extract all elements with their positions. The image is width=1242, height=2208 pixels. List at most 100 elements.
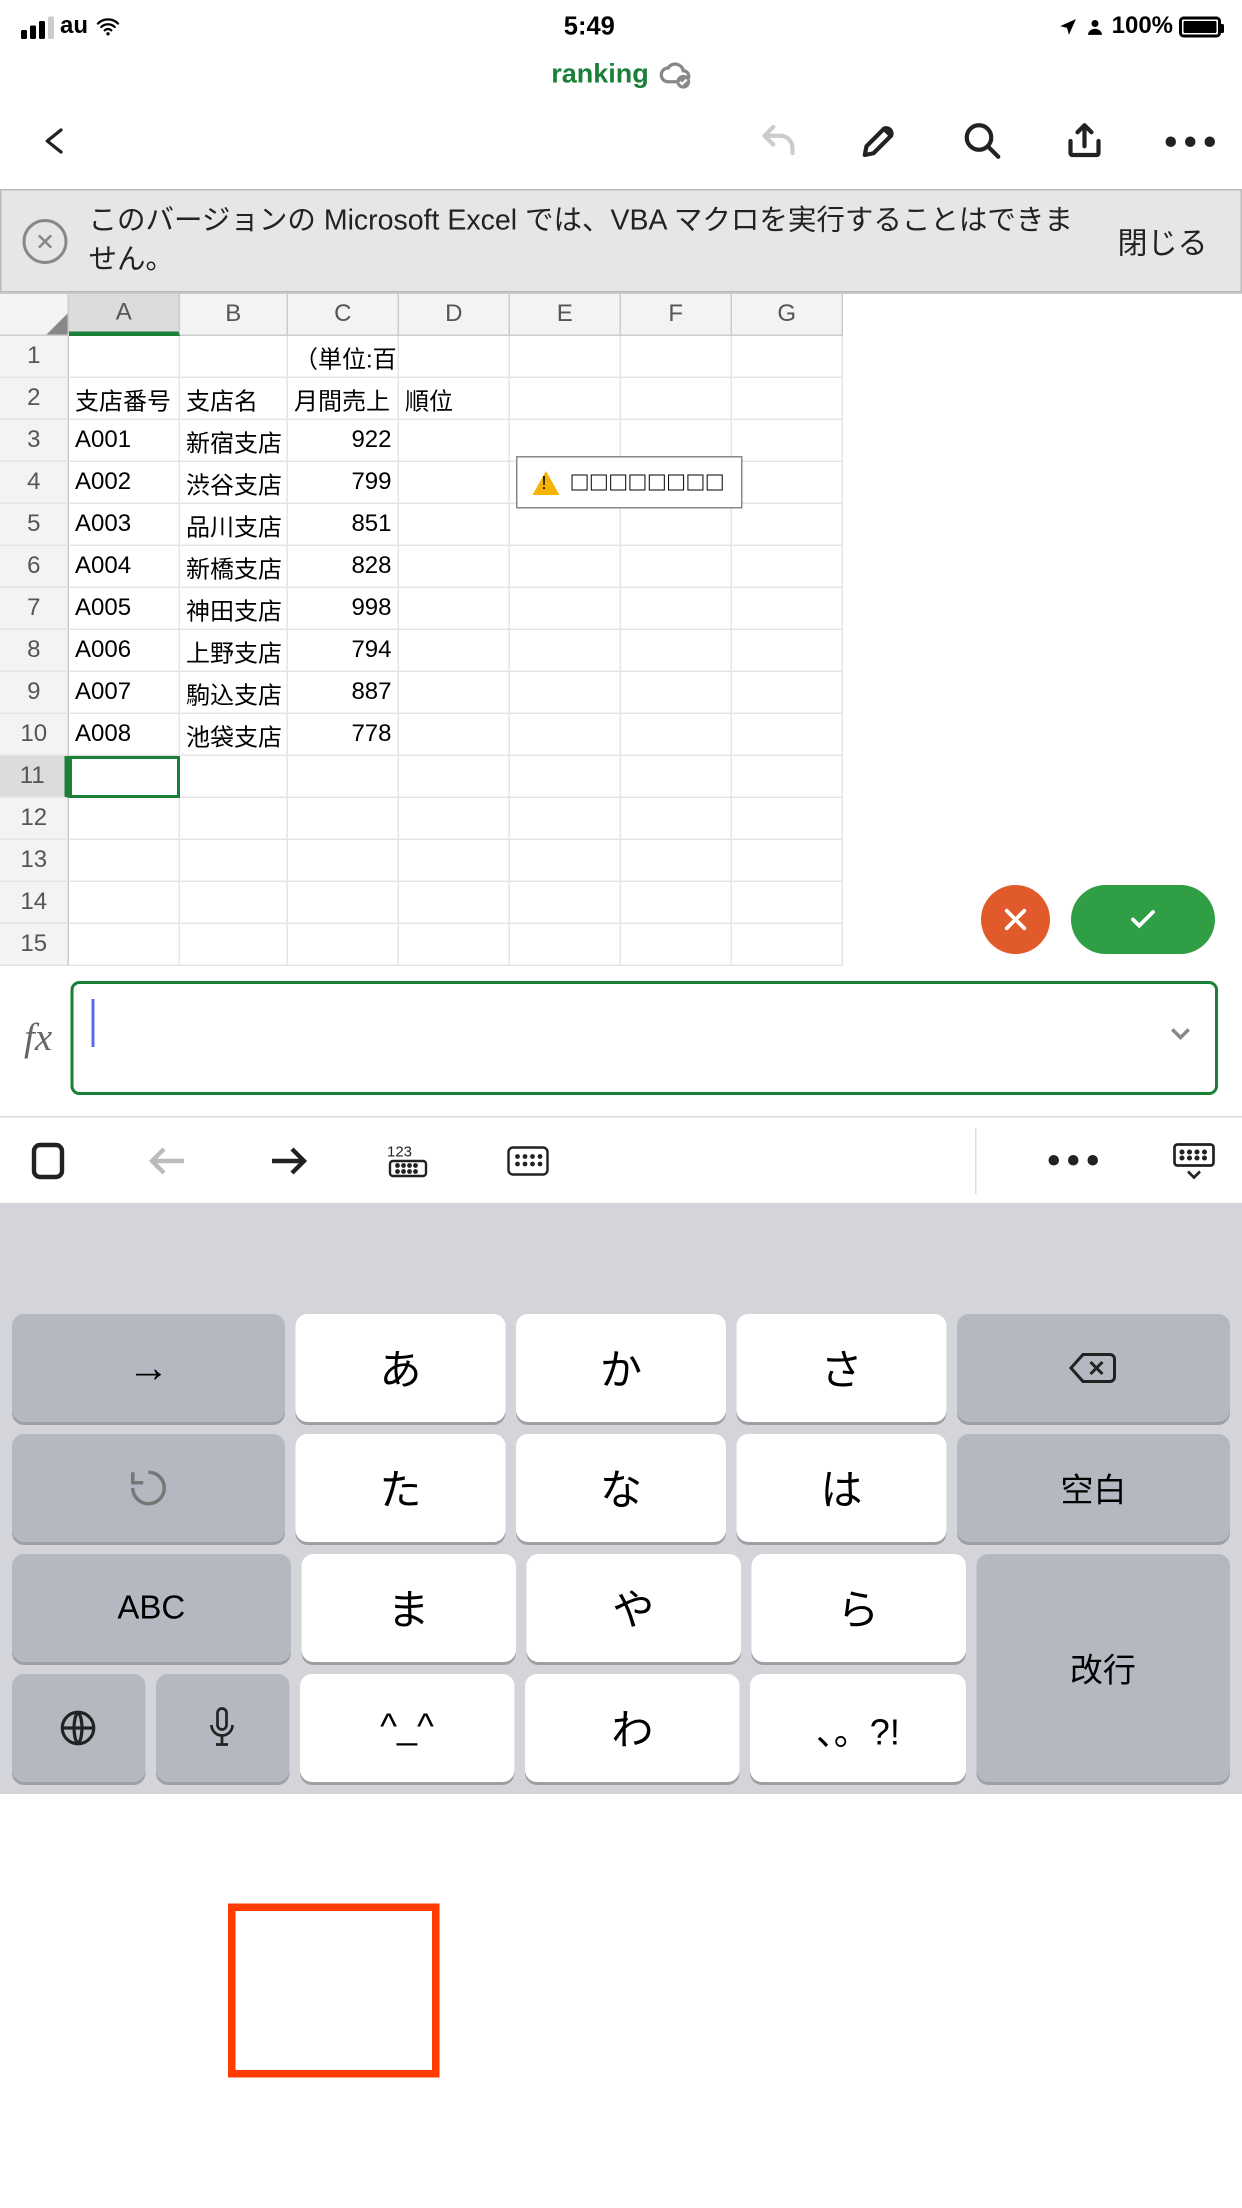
cell[interactable] [732, 672, 843, 714]
cell[interactable] [732, 336, 843, 378]
cell[interactable] [399, 924, 510, 966]
search-button[interactable] [962, 120, 1004, 162]
cell[interactable]: 支店名 [180, 378, 288, 420]
cell[interactable]: A005 [69, 588, 180, 630]
cell[interactable] [621, 924, 732, 966]
cell[interactable]: A002 [69, 462, 180, 504]
expand-formula-icon[interactable] [1164, 1017, 1197, 1058]
col-header-C[interactable]: C [288, 294, 399, 336]
key-return[interactable]: 改行 [976, 1554, 1230, 1782]
more-button[interactable] [1166, 136, 1216, 147]
row-header[interactable]: 6 [0, 546, 69, 588]
cell[interactable] [399, 462, 510, 504]
cell[interactable]: 上野支店 [180, 630, 288, 672]
col-header-F[interactable]: F [621, 294, 732, 336]
spreadsheet[interactable]: ABCDEFG1（単位:百万円）2支店番号支店名月間売上順位3A001新宿支店9… [0, 293, 1242, 967]
cell[interactable] [510, 378, 621, 420]
cell[interactable]: 新橋支店 [180, 546, 288, 588]
cell[interactable] [732, 840, 843, 882]
key-ya[interactable]: や [526, 1554, 740, 1662]
key-ka[interactable]: か [516, 1314, 726, 1422]
cell[interactable] [510, 672, 621, 714]
confirm-button[interactable] [1071, 885, 1215, 954]
cell[interactable]: 851 [288, 504, 399, 546]
key-ra[interactable]: ら [751, 1554, 965, 1662]
key-undo[interactable] [12, 1434, 285, 1542]
cell[interactable] [399, 798, 510, 840]
cell[interactable] [180, 840, 288, 882]
key-tab[interactable]: → [12, 1314, 285, 1422]
row-header[interactable]: 2 [0, 378, 69, 420]
col-header-A[interactable]: A [69, 294, 180, 336]
cell[interactable] [732, 714, 843, 756]
dismiss-keyboard-icon[interactable] [1170, 1137, 1218, 1185]
cell[interactable] [621, 714, 732, 756]
row-header[interactable]: 3 [0, 420, 69, 462]
cell[interactable] [69, 756, 180, 798]
cell[interactable] [399, 630, 510, 672]
note-icon[interactable] [24, 1137, 72, 1185]
cell[interactable] [732, 546, 843, 588]
keyboard-more-icon[interactable] [1049, 1155, 1099, 1166]
cell[interactable]: 順位 [399, 378, 510, 420]
cell[interactable] [621, 504, 732, 546]
row-header[interactable]: 5 [0, 504, 69, 546]
numeric-keyboard-icon[interactable]: 123 [384, 1137, 432, 1185]
cell[interactable] [621, 756, 732, 798]
key-abc[interactable]: ABC [12, 1554, 291, 1662]
cell[interactable] [510, 504, 621, 546]
cell[interactable]: A004 [69, 546, 180, 588]
cell[interactable]: 支店番号 [69, 378, 180, 420]
row-header[interactable]: 7 [0, 588, 69, 630]
cell[interactable] [621, 882, 732, 924]
cell[interactable] [732, 630, 843, 672]
cell[interactable]: 887 [288, 672, 399, 714]
back-button[interactable] [39, 116, 72, 167]
cell[interactable] [288, 756, 399, 798]
key-space[interactable]: 空白 [957, 1434, 1230, 1542]
cell[interactable]: A006 [69, 630, 180, 672]
row-header[interactable]: 9 [0, 672, 69, 714]
key-sa[interactable]: さ [737, 1314, 947, 1422]
row-header[interactable]: 13 [0, 840, 69, 882]
cell[interactable] [399, 672, 510, 714]
cell[interactable] [399, 714, 510, 756]
row-header[interactable]: 10 [0, 714, 69, 756]
cell[interactable] [510, 924, 621, 966]
cell[interactable] [399, 504, 510, 546]
cell[interactable] [510, 546, 621, 588]
cell[interactable] [288, 798, 399, 840]
cell[interactable] [69, 924, 180, 966]
cell[interactable]: 新宿支店 [180, 420, 288, 462]
key-ha[interactable]: は [737, 1434, 947, 1542]
cell[interactable] [621, 588, 732, 630]
cell[interactable] [510, 714, 621, 756]
cell[interactable] [399, 588, 510, 630]
cell[interactable] [180, 336, 288, 378]
cell[interactable]: A007 [69, 672, 180, 714]
cell[interactable] [732, 924, 843, 966]
key-na[interactable]: な [516, 1434, 726, 1542]
cell[interactable] [288, 882, 399, 924]
undo-button[interactable] [758, 120, 800, 162]
cell[interactable] [399, 420, 510, 462]
cell[interactable]: 品川支店 [180, 504, 288, 546]
cell[interactable] [510, 882, 621, 924]
cell[interactable]: A008 [69, 714, 180, 756]
cell[interactable] [732, 420, 843, 462]
cell[interactable] [510, 840, 621, 882]
cell[interactable]: A001 [69, 420, 180, 462]
cell[interactable] [510, 588, 621, 630]
cell[interactable]: 池袋支店 [180, 714, 288, 756]
banner-dismiss-icon[interactable] [23, 218, 68, 263]
cell[interactable] [621, 672, 732, 714]
share-button[interactable] [1064, 120, 1106, 162]
row-header[interactable]: 1 [0, 336, 69, 378]
cell[interactable]: 799 [288, 462, 399, 504]
col-header-D[interactable]: D [399, 294, 510, 336]
cell[interactable] [180, 798, 288, 840]
row-header[interactable]: 4 [0, 462, 69, 504]
formula-input[interactable] [70, 981, 1218, 1095]
cell[interactable] [180, 882, 288, 924]
cell[interactable] [732, 798, 843, 840]
